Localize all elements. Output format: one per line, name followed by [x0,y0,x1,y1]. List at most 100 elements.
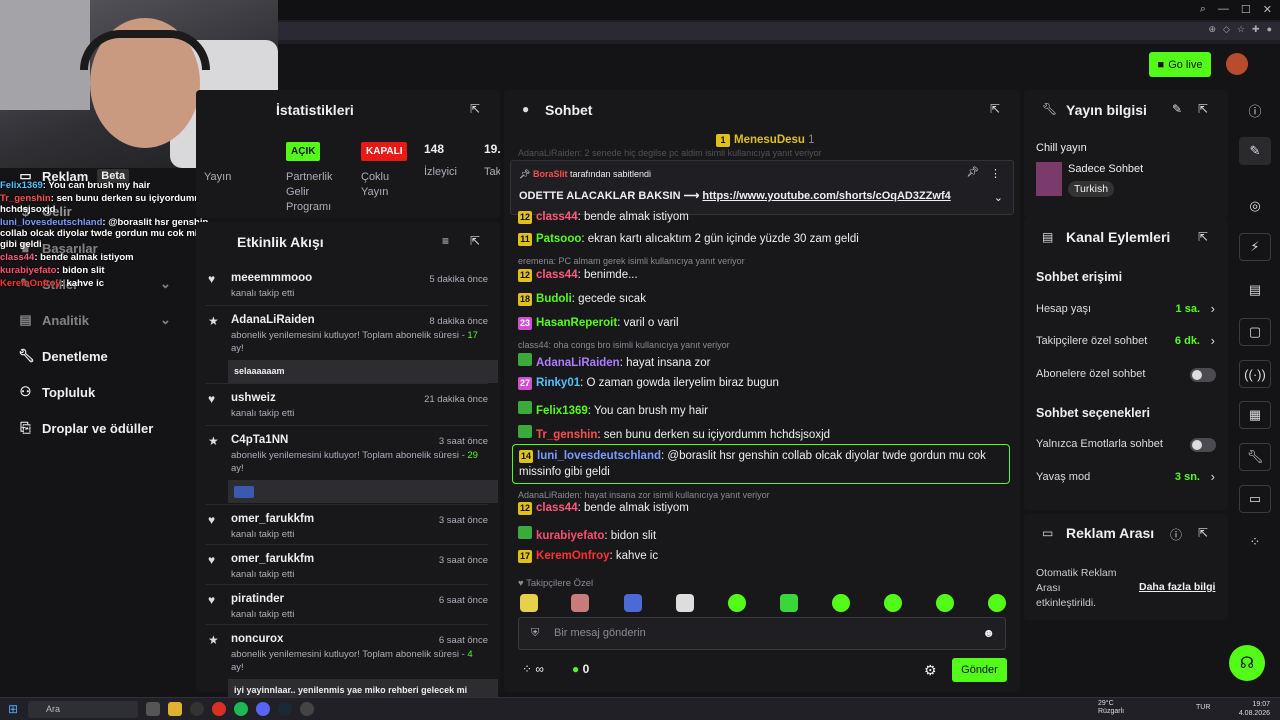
chevron-down-icon[interactable]: ⌄ [994,191,1003,204]
channel-points[interactable]: ● 0 [572,662,589,676]
activity-username[interactable]: omer_farukkfm [231,553,314,565]
steam-icon[interactable] [278,702,292,716]
lightning-icon[interactable]: ⚡︎ [1239,233,1271,261]
emote[interactable] [571,594,589,612]
zoom-icon[interactable]: ⊕ [1208,24,1216,35]
popout-icon[interactable]: ⇱ [470,234,480,248]
community-icon[interactable]: ⁘ [1239,528,1271,556]
popout-icon[interactable]: ⇱ [1198,230,1208,244]
folder-icon[interactable] [168,702,182,716]
followers-chat-value[interactable]: 6 dk. [1175,335,1200,347]
chat-username[interactable]: Patsooo [536,233,581,245]
support-button[interactable]: ☊ [1229,645,1265,681]
target-icon[interactable]: ◎ [1239,192,1271,220]
star-icon[interactable]: ☆ [1237,24,1245,35]
settings-icon[interactable]: ⚙ [924,662,937,679]
obs-icon[interactable] [300,702,314,716]
emote[interactable] [936,594,954,612]
activity-username[interactable]: piratinder [231,593,284,605]
search-tabs-icon[interactable]: ⌕ [1200,3,1206,16]
close-icon[interactable]: ✕ [1263,3,1272,16]
activity-username[interactable]: AdanaLiRaiden [231,314,315,326]
activity-username[interactable]: noncurox [231,633,283,645]
emote[interactable] [728,594,746,612]
activity-username[interactable]: meeemmmooo [231,272,312,284]
emote-only-toggle[interactable] [1190,438,1216,452]
info-icon[interactable]: ⓘ [1170,526,1182,543]
ads-learn-more-link[interactable]: Daha fazla bilgi [1139,581,1215,593]
nav-topluluk[interactable]: ⚇ Topluluk [18,384,96,400]
nav-analitik[interactable]: ▤ Analitik ⌄ [18,312,171,328]
chat-message[interactable]: 12 class44: benimde... [518,269,638,282]
address-bar[interactable]: ⊕ ◇ ☆ ✚ ● [278,22,1280,40]
window-icon[interactable]: ▭ [1239,485,1271,513]
popout-icon[interactable]: ⇱ [990,102,1000,116]
user-avatar[interactable] [1226,53,1248,75]
pin-link[interactable]: https://www.youtube.com/shorts/cOqAD3ZZw… [702,190,950,202]
chat-message[interactable]: 17 KeremOnfroy: kahve ic [518,550,658,563]
chat-message[interactable]: 23 HasanReperoit: varil o varil [518,317,679,330]
chat-username[interactable]: Budoli [536,293,572,305]
chat-message[interactable]: kurabiyefato: bidon slit [518,526,656,542]
browser-icon[interactable] [212,702,226,716]
chevron-right-icon[interactable]: › [1211,333,1215,348]
emote[interactable] [832,594,850,612]
emoji-icon[interactable]: ☻ [982,626,995,640]
chat-username[interactable]: HasanReperoit [536,317,617,329]
chat-username[interactable]: class44 [536,502,578,514]
unpin-icon[interactable]: 📌︎ [966,167,979,178]
edit-icon[interactable]: ✎ [1239,137,1271,165]
chat-message[interactable]: 12 class44: bende almak istiyom [518,211,689,224]
chat-message[interactable]: AdanaLiRaiden: hayat insana zor [518,353,711,369]
minimize-icon[interactable]: — [1218,3,1229,16]
chat-message[interactable]: Felix1369: You can brush my hair [518,401,708,417]
taskbar-search[interactable]: Ara [28,701,138,718]
windows-start-icon[interactable]: ⊞ [8,702,18,716]
task-view-icon[interactable] [146,702,160,716]
puzzle-icon[interactable]: ✚ [1252,24,1260,35]
weather[interactable]: 29°C Rüzgarlı [1098,700,1124,716]
chat-username[interactable]: Felix1369 [536,405,588,417]
chat-input[interactable]: ⛨ Bir mesaj gönderin ☻ [518,617,1006,650]
chat-username[interactable]: AdanaLiRaiden [536,357,620,369]
popout-icon[interactable]: ⇱ [1198,526,1208,540]
activity-username[interactable]: ushweiz [231,392,276,404]
info-icon[interactable]: ⓘ [1239,96,1271,124]
activity-username[interactable]: omer_farukkfm [231,513,314,525]
stack-icon[interactable]: ▦ [1239,401,1271,429]
emote[interactable] [520,594,538,612]
slow-mode-value[interactable]: 3 sn. [1175,471,1200,483]
notes-icon[interactable]: ▤ [1239,276,1271,304]
emote[interactable] [988,594,1006,612]
activity-username[interactable]: C4pTa1NN [231,434,288,446]
discord-icon[interactable] [256,702,270,716]
chat-message[interactable]: 27 Rinky01: O zaman gowda ileryelim biraz… [518,377,779,390]
nav-droplar[interactable]: ⎘ Droplar ve ödüller [18,420,153,436]
more-icon[interactable]: ⋮ [990,167,1001,180]
maximize-icon[interactable]: ☐ [1241,3,1251,16]
chat-username[interactable]: KeremOnfroy [536,550,610,562]
chat-username[interactable]: Rinky01 [536,377,580,389]
chat-username[interactable]: Tr_genshin [536,429,597,441]
emote[interactable] [676,594,694,612]
chat-username[interactable]: kurabiyefato [536,530,604,542]
nav-denetleme[interactable]: 🔧︎ Denetleme [18,348,108,364]
app-icon[interactable] [190,702,204,716]
highlighted-message[interactable]: 14 luni_lovesdeutschland: @boraslit hsr g… [512,444,1010,484]
chevron-right-icon[interactable]: › [1211,301,1215,316]
chat-message[interactable]: 18 Budoli: gecede sıcak [518,293,646,306]
emote[interactable] [780,594,798,612]
chat-message[interactable]: 12 class44: bende almak istiyom [518,502,689,515]
send-button[interactable]: Gönder [952,658,1007,682]
emote[interactable] [884,594,902,612]
chat-message[interactable]: Tr_genshin: sen bunu derken su içiyordum… [518,425,830,441]
language-indicator[interactable]: TUR [1196,704,1210,711]
edit-icon[interactable]: ✎ [1172,102,1182,116]
pinned-message[interactable]: 📌︎ BoraSlit tarafından sabitlendi ODETTE… [510,160,1014,215]
chevron-right-icon[interactable]: › [1211,469,1215,484]
popout-icon[interactable]: ⇱ [470,102,480,116]
profile-icon[interactable]: ● [1267,24,1272,35]
kick-infinity-icon[interactable]: ⁘ ∞ [522,662,544,676]
extension-icon[interactable]: ◇ [1223,24,1230,35]
account-age-value[interactable]: 1 sa. [1176,303,1200,315]
